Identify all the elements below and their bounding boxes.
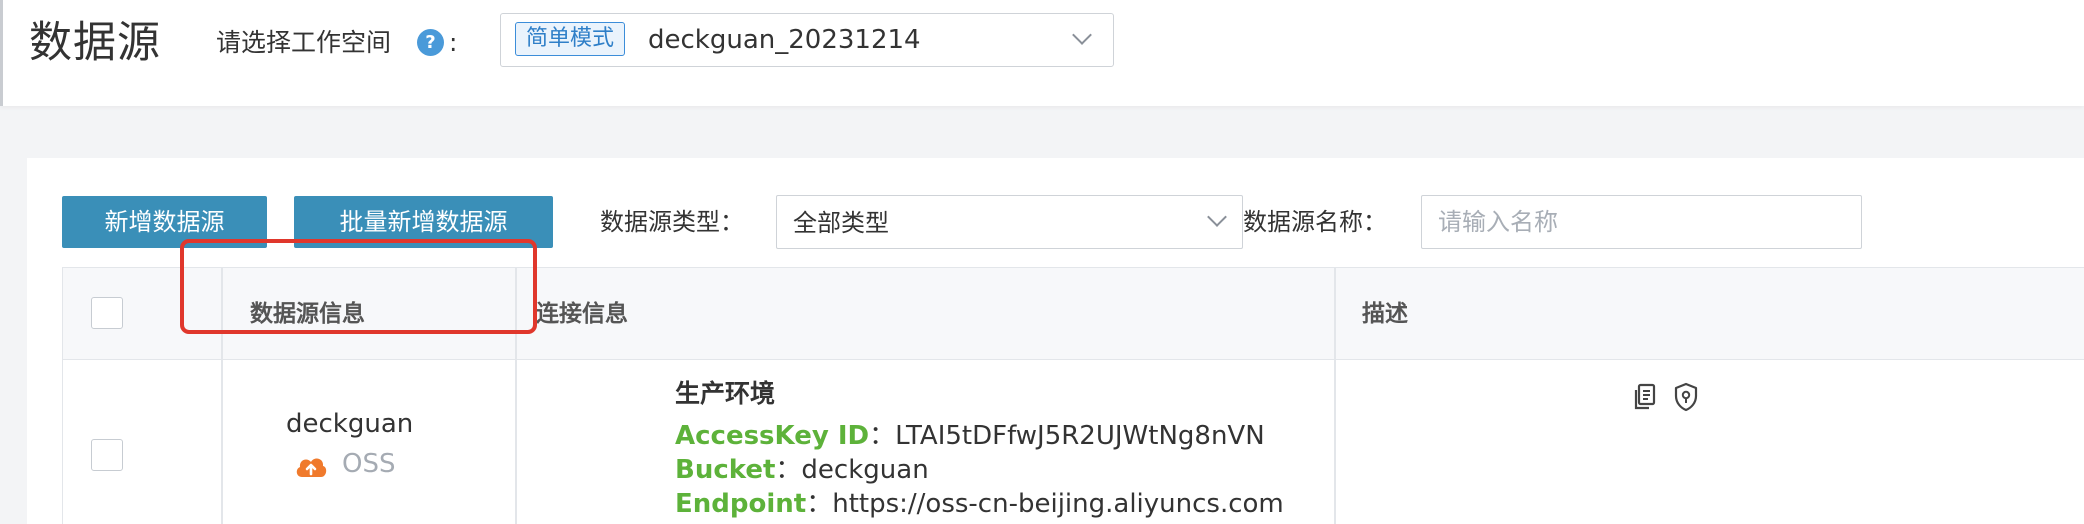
connection-separator: ： bbox=[806, 489, 833, 519]
workspace-select-value: deckguan_20231214 bbox=[648, 25, 921, 55]
chevron-down-icon bbox=[1207, 207, 1227, 227]
copy-icon[interactable] bbox=[1633, 383, 1657, 411]
connection-key: AccessKey ID bbox=[675, 421, 870, 451]
name-filter-input[interactable] bbox=[1421, 195, 1862, 249]
column-header-connection-info: 连接信息 bbox=[536, 301, 628, 327]
page-title: 数据源 bbox=[29, 18, 161, 68]
type-filter-select[interactable]: 全部类型 bbox=[776, 195, 1243, 249]
environment-title: 生产环境 bbox=[675, 379, 776, 408]
connection-value: https://oss-cn-beijing.aliyuncs.com bbox=[832, 489, 1284, 519]
column-divider bbox=[1334, 268, 1336, 524]
datasource-name[interactable]: deckguan bbox=[286, 407, 413, 441]
type-filter-label: 数据源类型： bbox=[600, 208, 744, 236]
name-filter-label: 数据源名称： bbox=[1243, 208, 1387, 236]
datasource-type-label: OSS bbox=[342, 449, 396, 479]
oss-cloud-icon bbox=[296, 458, 327, 477]
page-header: 数据源 请选择工作空间 ? : 简单模式 deckguan_20231214 bbox=[0, 0, 2084, 106]
row-checkbox[interactable] bbox=[91, 439, 123, 471]
highlight-annotation-box bbox=[180, 239, 537, 334]
connection-value: LTAI5tDFfwJ5R2UJWtNg8nVN bbox=[895, 421, 1265, 451]
workspace-select[interactable]: 简单模式 deckguan_20231214 bbox=[500, 13, 1114, 67]
connection-separator: ： bbox=[775, 455, 802, 485]
connection-key: Endpoint bbox=[675, 489, 807, 519]
shield-icon[interactable] bbox=[1673, 382, 1699, 412]
connection-bucket: Bucket：deckguan bbox=[675, 453, 929, 487]
type-filter-value: 全部类型 bbox=[793, 209, 889, 237]
connection-endpoint: Endpoint：https://oss-cn-beijing.aliyuncs… bbox=[675, 487, 1284, 521]
simple-mode-tag: 简单模式 bbox=[515, 22, 626, 56]
connection-accesskey: AccessKey ID：LTAI5tDFfwJ5R2UJWtNg8nVN bbox=[675, 419, 1265, 453]
select-all-checkbox[interactable] bbox=[91, 297, 123, 329]
datasource-panel: 新增数据源 批量新增数据源 数据源类型： 全部类型 数据源名称： 数据源信息 连… bbox=[27, 158, 2084, 524]
workspace-label: 请选择工作空间 bbox=[216, 28, 392, 57]
chevron-down-icon bbox=[1072, 25, 1092, 45]
connection-value: deckguan bbox=[801, 455, 929, 485]
help-icon[interactable]: ? bbox=[417, 29, 444, 56]
connection-key: Bucket bbox=[675, 455, 776, 485]
column-header-description: 描述 bbox=[1362, 301, 1408, 327]
connection-separator: ： bbox=[869, 421, 896, 451]
workspace-label-colon: : bbox=[449, 28, 458, 57]
